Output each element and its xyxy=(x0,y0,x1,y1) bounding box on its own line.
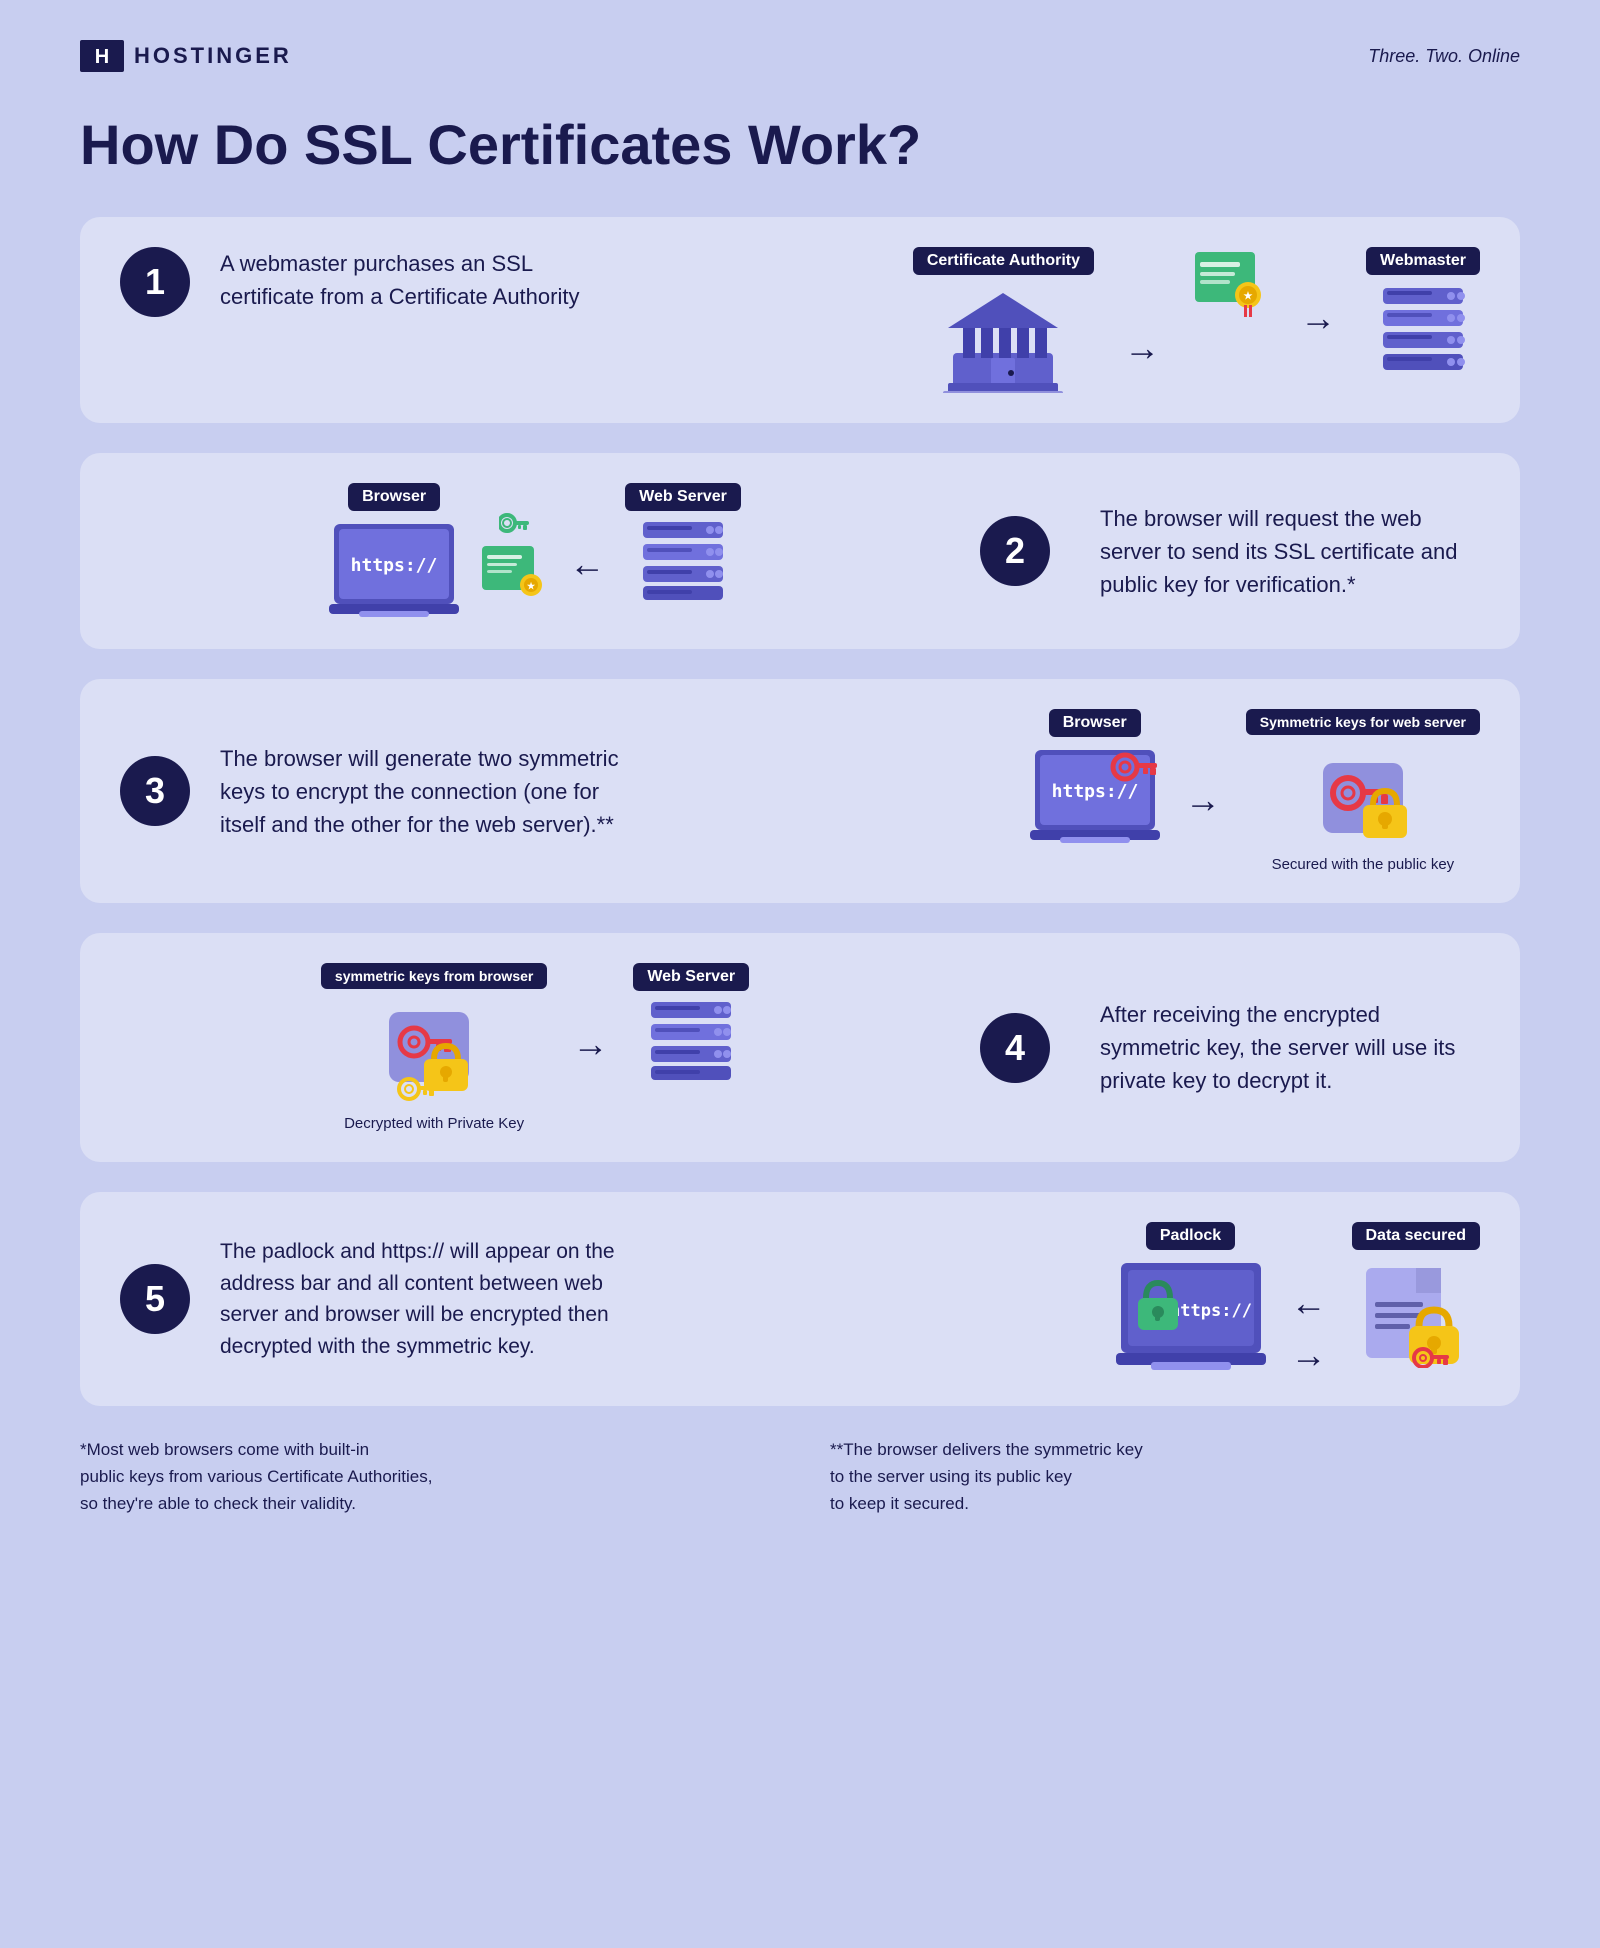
cert-small-svg: ★ xyxy=(479,543,549,603)
lock-key2-svg xyxy=(379,997,489,1102)
step-5-visual: Padlock https:// ← → D xyxy=(640,1222,1480,1376)
decrypted-label: Decrypted with Private Key xyxy=(344,1115,524,1132)
step-1-visual: Certificate Authority xyxy=(600,247,1480,393)
sym-keys-from-browser-label: symmetric keys from browser xyxy=(321,963,547,989)
step-3-visual: Browser https:// → Symmetric keys for we… xyxy=(640,709,1480,873)
browser-icon-3: Browser https:// xyxy=(1030,709,1160,850)
step-1-number: 1 xyxy=(120,247,190,317)
step-3-text: The browser will generate two symmetric … xyxy=(220,742,640,841)
web-server-label-2: Web Server xyxy=(625,483,741,511)
cert-key-group: ★ xyxy=(479,513,549,603)
browser-label-3: Browser xyxy=(1049,709,1141,737)
step-2: 2 The browser will request the web serve… xyxy=(80,453,1520,649)
step-2-visual: Browser https:// xyxy=(120,483,950,619)
data-secured-label: Data secured xyxy=(1352,1222,1481,1250)
step-2-arrow: ← xyxy=(569,543,605,585)
server-svg xyxy=(1373,283,1473,373)
lock-key-svg xyxy=(1308,743,1418,843)
step-1-text: A webmaster purchases an SSL certificate… xyxy=(220,247,600,313)
data-secured-svg xyxy=(1361,1258,1471,1368)
step-5-text: The padlock and https:// will appear on … xyxy=(220,1236,640,1362)
step-4-number: 4 xyxy=(980,1013,1050,1083)
step-5: 5 The padlock and https:// will appear o… xyxy=(80,1192,1520,1406)
server-svg-2 xyxy=(638,519,728,604)
tagline: Three. Two. Online xyxy=(1368,46,1520,67)
step-5-arrow-left: ← xyxy=(1291,1282,1327,1324)
step-3-arrow: → xyxy=(1185,779,1221,821)
server-svg-4 xyxy=(646,999,736,1084)
svg-text:H: H xyxy=(95,46,109,68)
cert-svg: ★ xyxy=(1190,247,1270,317)
step-3: 3 The browser will generate two symmetri… xyxy=(80,679,1520,903)
step-2-number: 2 xyxy=(980,516,1050,586)
sym-keys-from-browser: symmetric keys from browser xyxy=(321,963,547,1132)
browser-label-2: Browser xyxy=(348,483,440,511)
padlock-laptop-svg: https:// xyxy=(1116,1258,1266,1373)
logo-text: HOSTINGER xyxy=(134,43,292,69)
svg-text:https://: https:// xyxy=(1051,781,1138,802)
laptop-key-svg: https:// xyxy=(1030,745,1160,850)
logo: H HOSTINGER xyxy=(80,40,292,72)
step-4-visual: symmetric keys from browser xyxy=(120,963,950,1132)
svg-text:★: ★ xyxy=(527,581,536,591)
header: H HOSTINGER Three. Two. Online xyxy=(80,40,1520,72)
data-secured-icon: Data secured xyxy=(1352,1222,1481,1368)
svg-text:https://: https:// xyxy=(1170,1301,1252,1321)
step-4-text: After receiving the encrypted symmetric … xyxy=(1100,998,1480,1097)
laptop-svg: https:// xyxy=(329,519,459,619)
webmaster-icon: Webmaster xyxy=(1366,247,1480,373)
step-2-text: The browser will request the web server … xyxy=(1100,502,1480,601)
cert-authority-label: Certificate Authority xyxy=(913,247,1094,275)
key-small-svg xyxy=(499,513,529,538)
web-server-label-4: Web Server xyxy=(633,963,749,991)
web-server-icon-4: Web Server xyxy=(633,963,749,1084)
step-5-number: 5 xyxy=(120,1264,190,1334)
step-1-arrow: → xyxy=(1124,327,1160,369)
svg-text:https://: https:// xyxy=(351,555,438,576)
web-server-icon-2: Web Server xyxy=(625,483,741,604)
step-5-arrow-right: → xyxy=(1291,1334,1327,1376)
step-1: 1 A webmaster purchases an SSL certifica… xyxy=(80,217,1520,423)
step-4-arrow: → xyxy=(572,1023,608,1065)
step-4: 4 After receiving the encrypted symmetri… xyxy=(80,933,1520,1162)
certificate-icon: ★ xyxy=(1190,247,1270,317)
double-arrow: ← → xyxy=(1291,1282,1327,1376)
footer-notes: *Most web browsers come with built-in pu… xyxy=(80,1436,1520,1518)
browser-icon-2: Browser https:// xyxy=(329,483,459,619)
sym-keys-icon: Symmetric keys for web server Secured wi… xyxy=(1246,709,1480,873)
footer-note-2: **The browser delivers the symmetric key… xyxy=(830,1436,1520,1518)
step-3-number: 3 xyxy=(120,756,190,826)
logo-icon: H xyxy=(80,40,124,72)
footer-note-1: *Most web browsers come with built-in pu… xyxy=(80,1436,770,1518)
webmaster-label: Webmaster xyxy=(1366,247,1480,275)
main-title: How Do SSL Certificates Work? xyxy=(80,112,1520,177)
sym-keys-label: Symmetric keys for web server xyxy=(1246,709,1480,735)
building-svg xyxy=(943,283,1063,393)
certificate-authority-icon: Certificate Authority xyxy=(913,247,1094,393)
padlock-label: Padlock xyxy=(1146,1222,1235,1250)
step-1-arrow2: → xyxy=(1300,297,1336,339)
svg-text:★: ★ xyxy=(1244,291,1253,302)
secured-label: Secured with the public key xyxy=(1272,856,1455,873)
padlock-laptop-icon: Padlock https:// xyxy=(1116,1222,1266,1373)
